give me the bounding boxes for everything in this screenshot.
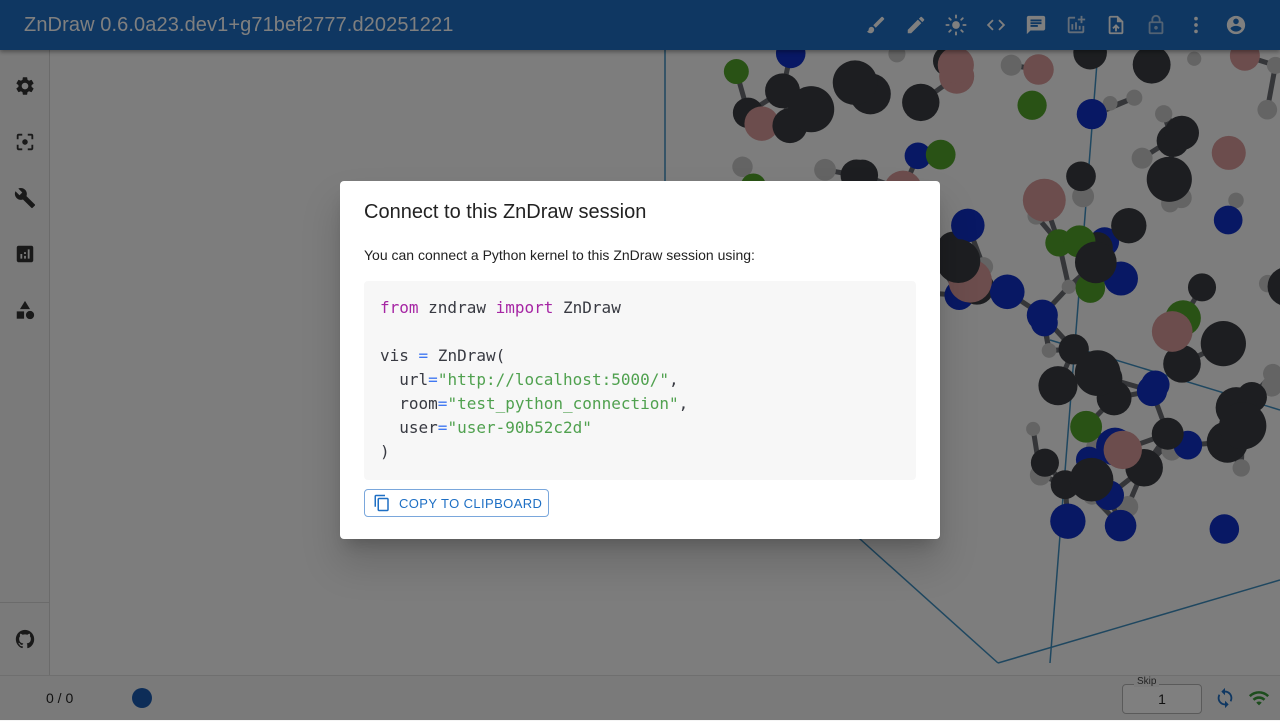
connect-dialog: Connect to this ZnDraw session You can c… — [340, 181, 940, 539]
dialog-description: You can connect a Python kernel to this … — [364, 247, 755, 263]
copy-icon — [373, 494, 391, 512]
code-line: from zndraw import ZnDraw — [380, 296, 621, 320]
code-line: user="user-90b52c2d" — [380, 416, 592, 440]
dialog-title: Connect to this ZnDraw session — [364, 201, 646, 224]
code-block: from zndraw import ZnDraw vis = ZnDraw( … — [364, 281, 916, 480]
code-line: room="test_python_connection", — [380, 392, 688, 416]
copy-to-clipboard-button[interactable]: COPY TO CLIPBOARD — [364, 489, 549, 517]
code-line: url="http://localhost:5000/", — [380, 368, 679, 392]
copy-button-label: COPY TO CLIPBOARD — [399, 496, 542, 511]
code-line: vis = ZnDraw( — [380, 344, 505, 368]
code-line: ) — [380, 440, 390, 464]
